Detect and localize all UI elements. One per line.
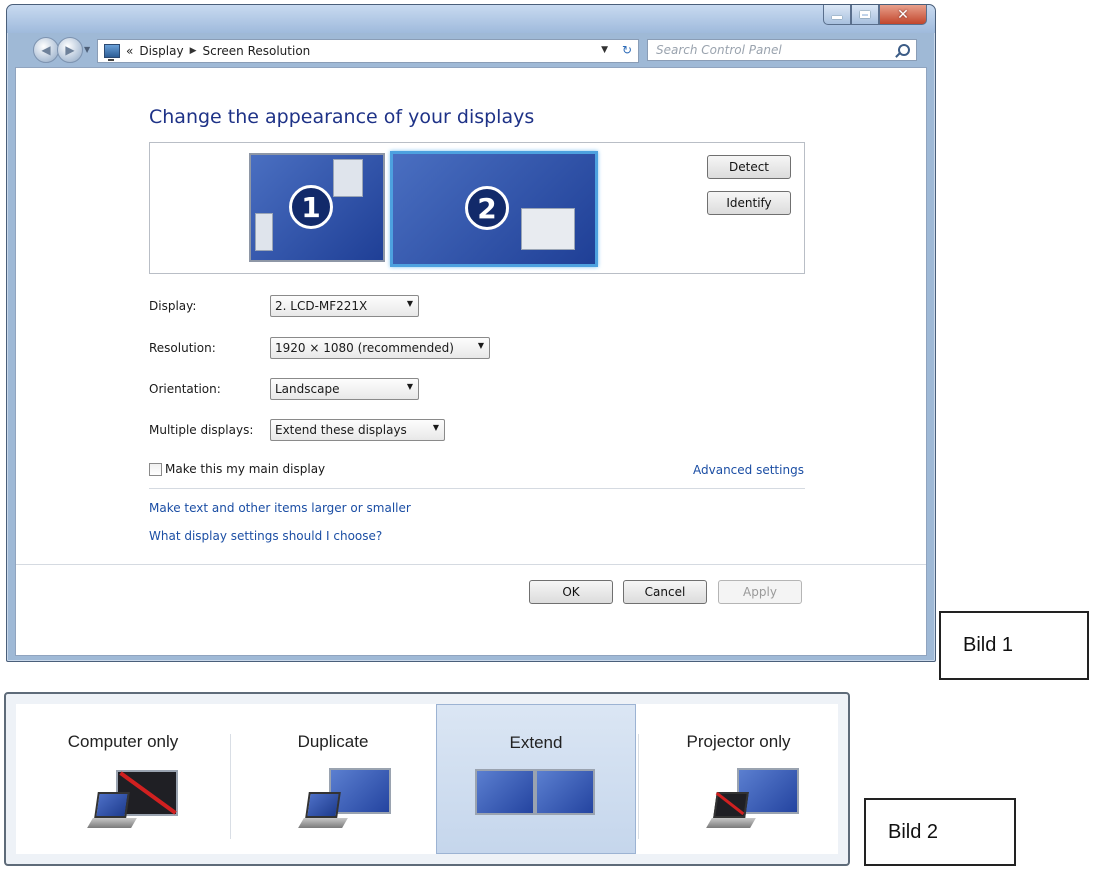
main-display-checkbox[interactable]: [149, 462, 162, 476]
chevron-down-icon: ▼: [477, 341, 484, 350]
display-label: Display:: [149, 299, 197, 313]
minimize-button[interactable]: [823, 5, 851, 25]
orientation-label: Orientation:: [149, 382, 221, 396]
option-duplicate[interactable]: Duplicate: [231, 704, 435, 854]
screen-resolution-window: ✕ ◀ ▶ ▼ « Display ▶ Screen Resolution ▼ …: [6, 4, 936, 662]
monitor-1[interactable]: 1: [249, 153, 385, 262]
orientation-value: Landscape: [275, 382, 340, 396]
option-label: Extend: [509, 733, 563, 752]
option-label: Duplicate: [297, 732, 369, 751]
multiple-displays-select[interactable]: Extend these displays ▼: [270, 419, 445, 441]
resolution-select[interactable]: 1920 × 1080 (recommended) ▼: [270, 337, 490, 359]
breadcrumb-prefix[interactable]: «: [126, 44, 133, 58]
content-pane: Change the appearance of your displays 1…: [15, 67, 927, 656]
laptop-base: [706, 818, 756, 828]
address-bar[interactable]: « Display ▶ Screen Resolution ▼ ↻: [97, 39, 639, 63]
main-display-option[interactable]: Make this my main display: [149, 462, 325, 476]
minimize-icon: [832, 16, 842, 19]
search-input[interactable]: Search Control Panel: [647, 39, 917, 61]
display-switcher: Computer only Duplicate Extend Projector…: [4, 692, 850, 866]
laptop-screen: [94, 792, 130, 818]
control-panel-display-icon: [104, 44, 120, 61]
recent-pages-dropdown-icon[interactable]: ▼: [84, 45, 90, 54]
address-row: ◀ ▶ ▼ « Display ▶ Screen Resolution ▼ ↻ …: [7, 33, 935, 67]
multiple-displays-value: Extend these displays: [275, 423, 407, 437]
search-icon[interactable]: [898, 44, 910, 56]
apply-button[interactable]: Apply: [718, 580, 802, 604]
breadcrumb-screen-resolution[interactable]: Screen Resolution: [203, 44, 311, 58]
monitor-number-2: 2: [465, 186, 509, 230]
ok-button[interactable]: OK: [529, 580, 613, 604]
multiple-displays-row: Multiple displays: Extend these displays…: [149, 418, 445, 442]
maximize-button[interactable]: [851, 5, 879, 25]
switcher-options: Computer only Duplicate Extend Projector…: [16, 704, 838, 854]
figure-label-bild-1: Bild 1: [939, 611, 1089, 680]
page-title: Change the appearance of your displays: [149, 106, 535, 128]
breadcrumb-separator-icon[interactable]: ▶: [190, 46, 197, 56]
display-preview: 1 2 Detect Identify: [149, 142, 805, 274]
extend-screen-right: [535, 769, 595, 815]
chevron-down-icon: ▼: [432, 423, 439, 432]
back-button[interactable]: ◀: [33, 37, 59, 63]
display-select[interactable]: 2. LCD-MF221X ▼: [270, 295, 419, 317]
figure-label-bild-2: Bild 2: [864, 798, 1016, 866]
display-row: Display: 2. LCD-MF221X ▼: [149, 294, 419, 318]
breadcrumb-display[interactable]: Display: [139, 44, 183, 58]
divider: [149, 488, 805, 489]
option-computer-only[interactable]: Computer only: [16, 704, 230, 854]
chevron-down-icon: ▼: [406, 299, 413, 308]
laptop-base: [298, 818, 348, 828]
refresh-icon[interactable]: ↻: [622, 43, 632, 57]
advanced-settings-link[interactable]: Advanced settings: [693, 463, 804, 477]
monitor-2[interactable]: 2: [390, 151, 598, 267]
divider: [16, 564, 926, 565]
resolution-label: Resolution:: [149, 341, 216, 355]
identify-button[interactable]: Identify: [707, 191, 791, 215]
detect-button[interactable]: Detect: [707, 155, 791, 179]
calculator-thumbnail-icon: [521, 208, 575, 250]
caption-buttons: ✕: [823, 5, 927, 25]
extend-screen-left: [475, 769, 535, 815]
display-value: 2. LCD-MF221X: [275, 299, 368, 313]
laptop-screen: [305, 792, 341, 818]
title-bar: ✕: [7, 5, 935, 33]
orientation-row: Orientation: Landscape ▼: [149, 377, 419, 401]
window-thumbnail-icon: [255, 213, 273, 251]
option-extend[interactable]: Extend: [436, 704, 636, 854]
display-help-link[interactable]: What display settings should I choose?: [149, 529, 382, 543]
address-dropdown-icon[interactable]: ▼: [601, 45, 608, 55]
search-placeholder: Search Control Panel: [656, 43, 782, 57]
resolution-row: Resolution: 1920 × 1080 (recommended) ▼: [149, 336, 490, 360]
close-button[interactable]: ✕: [879, 5, 927, 25]
resolution-value: 1920 × 1080 (recommended): [275, 341, 454, 355]
text-size-link[interactable]: Make text and other items larger or smal…: [149, 501, 411, 515]
option-label: Computer only: [67, 732, 179, 751]
main-display-label[interactable]: Make this my main display: [165, 462, 325, 476]
forward-arrow-icon: ▶: [65, 43, 75, 57]
monitor-number-1: 1: [289, 185, 333, 229]
window-thumbnail-icon: [333, 159, 363, 197]
back-arrow-icon: ◀: [41, 43, 51, 57]
option-label: Projector only: [686, 732, 791, 751]
option-projector-only[interactable]: Projector only: [639, 704, 838, 854]
chevron-down-icon: ▼: [406, 382, 413, 391]
maximize-icon: [860, 11, 870, 18]
orientation-select[interactable]: Landscape ▼: [270, 378, 419, 400]
multiple-displays-label: Multiple displays:: [149, 423, 254, 437]
close-icon: ✕: [897, 6, 909, 23]
cancel-button[interactable]: Cancel: [623, 580, 707, 604]
forward-button[interactable]: ▶: [57, 37, 83, 63]
laptop-base: [87, 818, 137, 828]
